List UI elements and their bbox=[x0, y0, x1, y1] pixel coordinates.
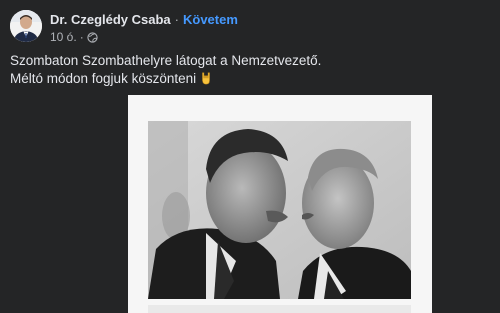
post-media[interactable] bbox=[128, 95, 432, 313]
post-photo[interactable] bbox=[148, 121, 411, 299]
name-separator: · bbox=[174, 12, 179, 27]
author-line: Dr. Czeglédy Csaba · Követem bbox=[50, 12, 238, 28]
post-header: Dr. Czeglédy Csaba · Követem 10 ó. · bbox=[10, 10, 238, 44]
post-text-line-2-wrap: Méltó módon fogjuk köszönteni bbox=[10, 70, 321, 90]
globe-icon[interactable] bbox=[87, 31, 98, 43]
author-info: Dr. Czeglédy Csaba · Követem 10 ó. · bbox=[50, 12, 238, 44]
author-name[interactable]: Dr. Czeglédy Csaba bbox=[50, 12, 171, 28]
post-text-line-1: Szombaton Szombathelyre látogat a Nemzet… bbox=[10, 53, 322, 68]
post-text: Szombaton Szombathelyre látogat a Nemzet… bbox=[10, 52, 321, 90]
post-meta: 10 ó. · bbox=[50, 30, 238, 44]
follow-button[interactable]: Követem bbox=[183, 12, 238, 28]
rock-hand-icon bbox=[199, 71, 213, 90]
post-card: Dr. Czeglédy Csaba · Követem 10 ó. · Szo… bbox=[0, 0, 500, 313]
post-text-line-2: Méltó módon fogjuk köszönteni bbox=[10, 71, 197, 86]
photo-bottom-strip bbox=[148, 305, 411, 313]
author-avatar[interactable] bbox=[10, 10, 42, 42]
post-time[interactable]: 10 ó. bbox=[50, 30, 77, 44]
meta-separator: · bbox=[79, 30, 84, 44]
